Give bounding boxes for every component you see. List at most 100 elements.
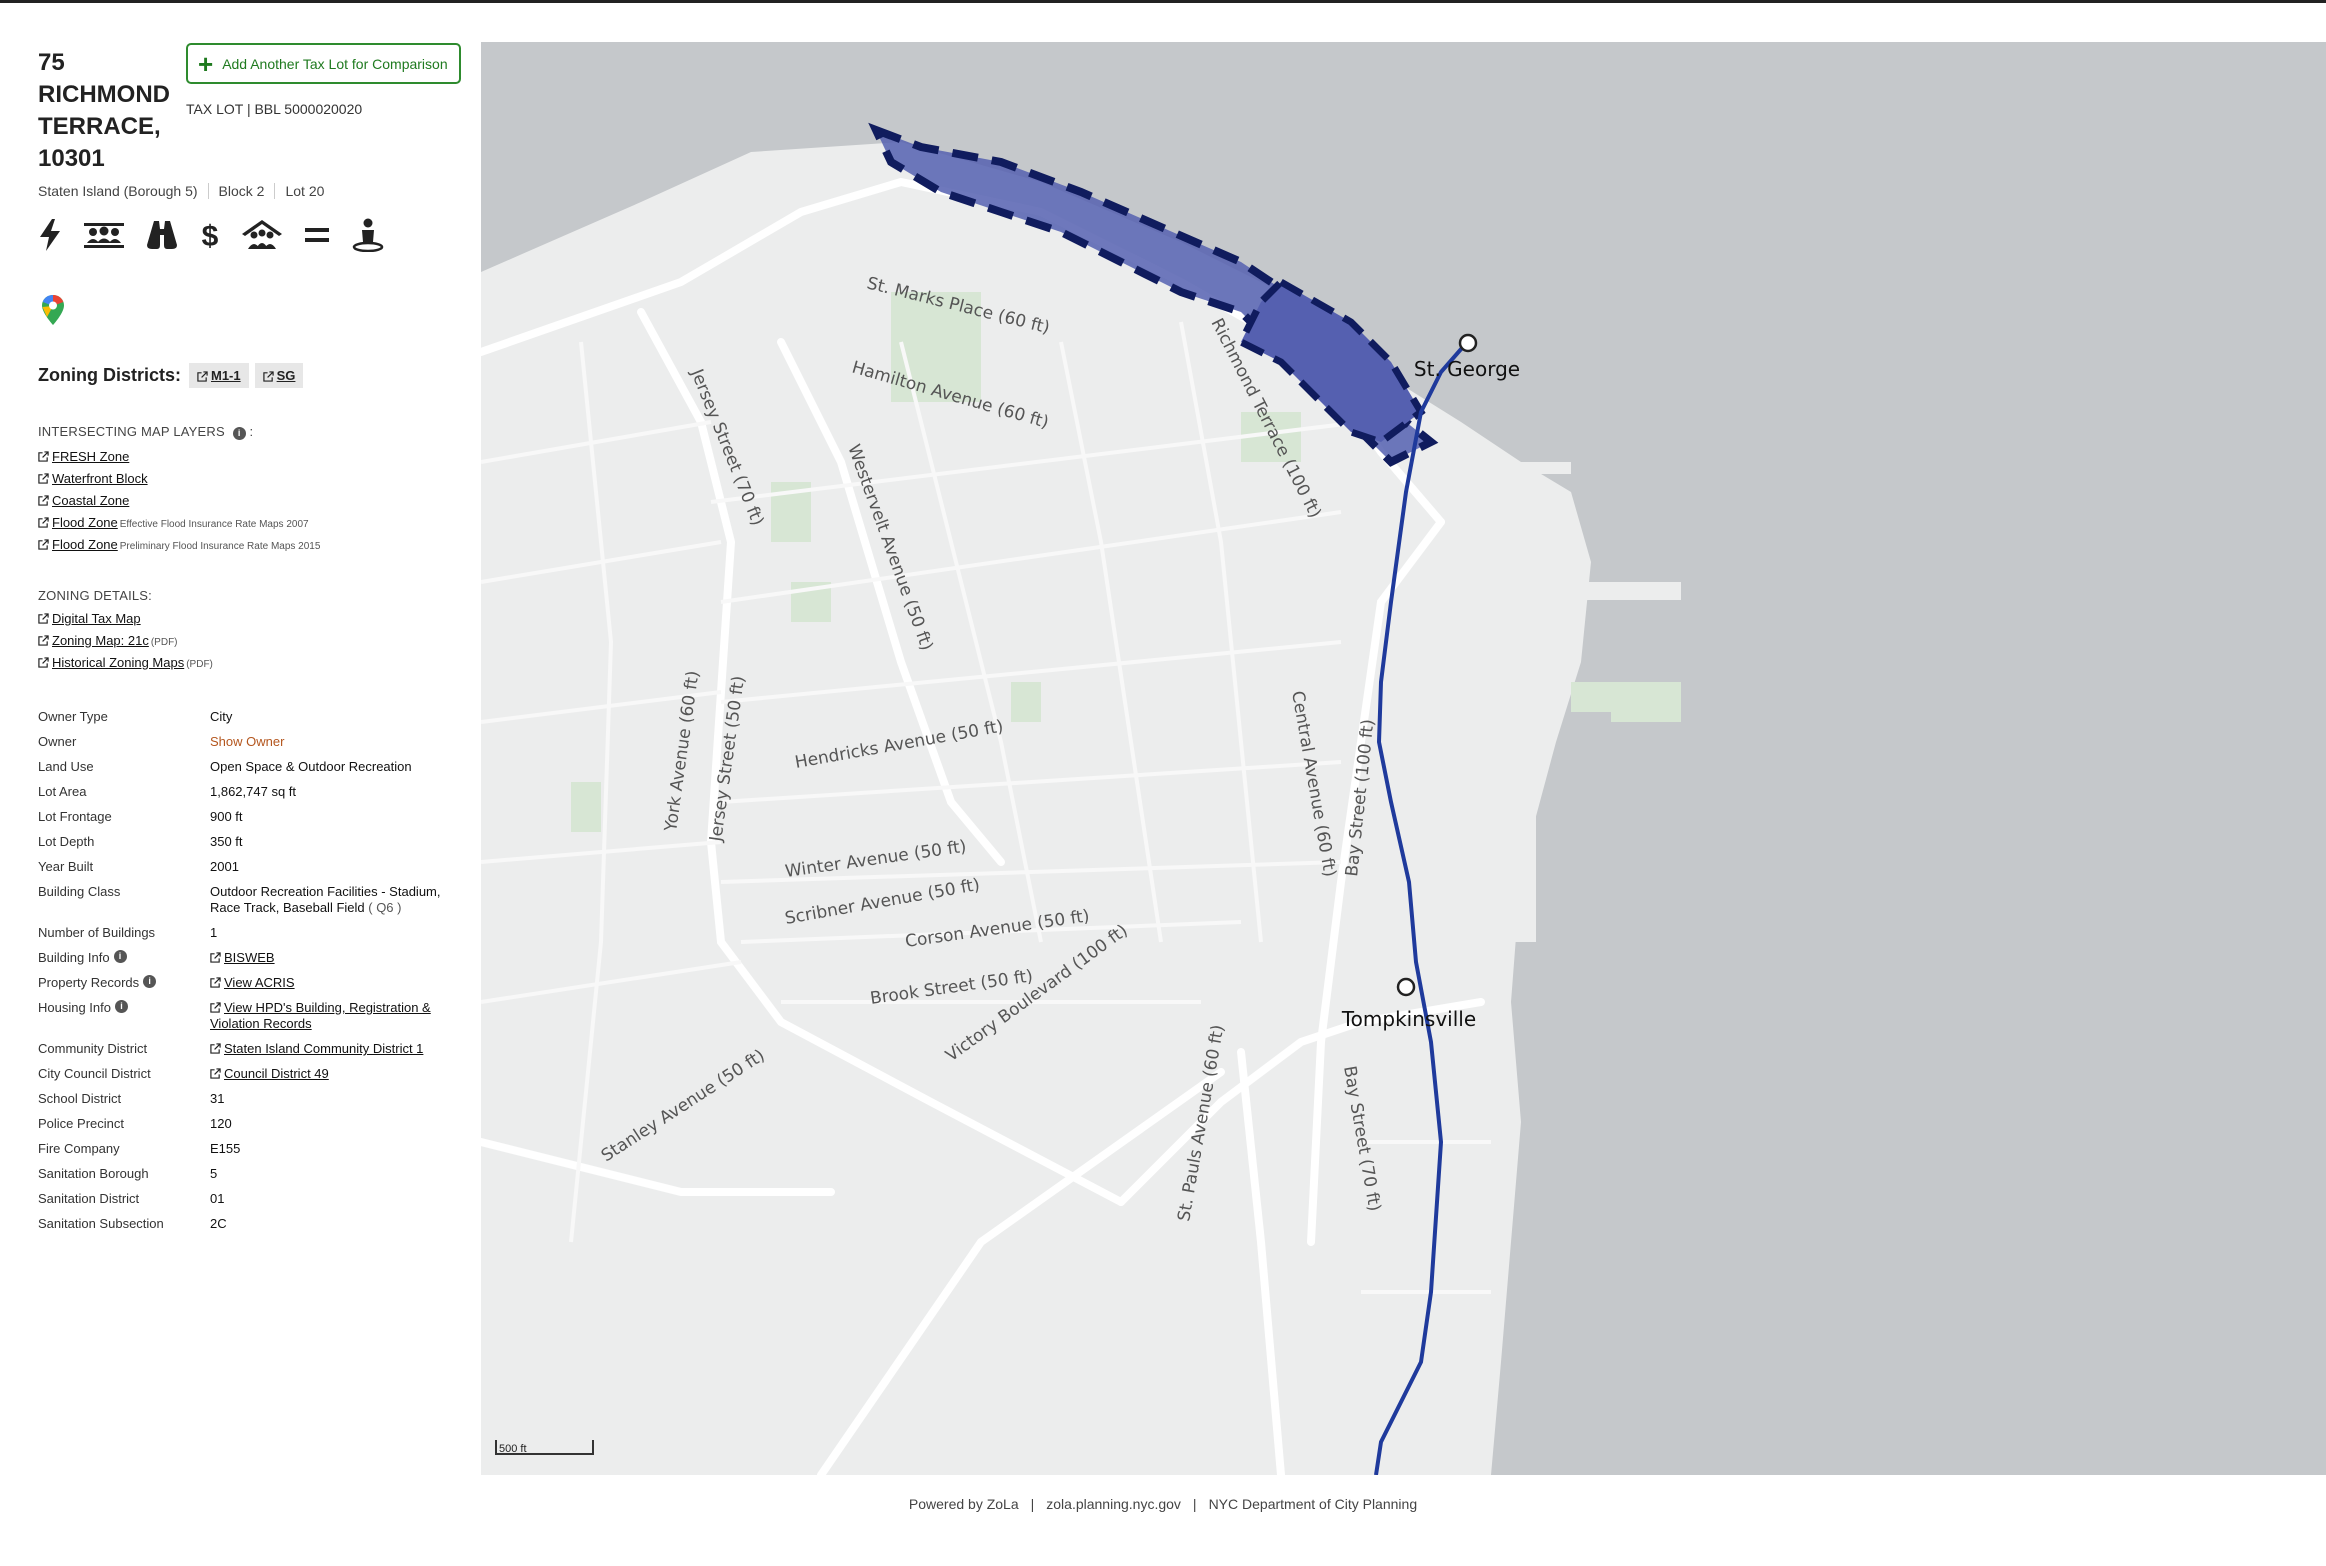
binoculars-icon[interactable] <box>146 217 178 253</box>
property-value: Staten Island Community District 1 <box>210 1041 470 1066</box>
property-key: Owner Type <box>38 709 108 724</box>
property-row: Building Class Outdoor Recreation Facilit… <box>38 884 470 925</box>
st-george-station-marker[interactable] <box>1458 333 1478 353</box>
zoning-districts-label: Zoning Districts: <box>38 365 181 385</box>
flood-zone-note: Preliminary Flood Insurance Rate Maps 20… <box>119 541 321 552</box>
zoning-details-list: Digital Tax Map Zoning Map: 21c (PDF) His… <box>38 611 213 677</box>
external-link-icon <box>38 539 49 550</box>
map-layers-heading-suffix: : <box>249 424 254 439</box>
property-key: Number of Buildings <box>38 925 156 940</box>
historical-zoning-maps-link[interactable]: Historical Zoning Maps <box>52 655 184 670</box>
equals-icon[interactable] <box>304 217 330 253</box>
property-key: Land Use <box>38 759 94 774</box>
property-value: City <box>210 709 233 724</box>
list-item[interactable]: Flood Zone Preliminary Flood Insurance Ra… <box>38 537 320 559</box>
info-icon[interactable]: i <box>113 950 127 963</box>
bisweb-link[interactable]: BISWEB <box>224 950 275 965</box>
map-layers-heading: INTERSECTING MAP LAYERS i : <box>38 424 253 440</box>
property-row: Community District Staten Island Communit… <box>38 1041 470 1066</box>
property-row: Year Built 2001 <box>38 859 470 884</box>
info-icon[interactable]: i <box>232 427 246 440</box>
person-icon[interactable] <box>352 217 384 253</box>
zoning-chip-sg[interactable]: SG <box>254 363 304 388</box>
list-item[interactable]: Waterfront Block <box>38 471 320 493</box>
property-row: Lot Frontage 900 ft <box>38 809 470 834</box>
external-link-icon <box>38 613 49 624</box>
list-item[interactable]: Coastal Zone <box>38 493 320 515</box>
property-value: Open Space & Outdoor Recreation <box>210 759 412 774</box>
property-value: 2C <box>210 1216 227 1231</box>
property-key: Community District <box>38 1041 148 1056</box>
footer-org: NYC Department of City Planning <box>1208 1496 1418 1512</box>
property-key: Sanitation District <box>38 1191 140 1206</box>
property-key: Lot Frontage <box>38 809 112 824</box>
acris-link[interactable]: View ACRIS <box>224 975 295 990</box>
external-link-icon <box>197 371 208 382</box>
map-layers-heading-text: INTERSECTING MAP LAYERS <box>38 424 225 439</box>
flood-zone-2007-link[interactable]: Flood Zone <box>52 515 118 530</box>
council-district-link[interactable]: Council District 49 <box>224 1066 329 1081</box>
external-link-icon <box>38 635 49 646</box>
property-value: 1 <box>210 925 218 940</box>
property-key: Building Class <box>38 884 121 899</box>
list-item[interactable]: Digital Tax Map <box>38 611 213 633</box>
property-key: Year Built <box>38 859 94 874</box>
property-row: Owner Show Owner <box>38 734 470 759</box>
flood-zone-2015-link[interactable]: Flood Zone <box>52 537 118 552</box>
pdf-note: (PDF) <box>186 659 213 670</box>
lightning-icon[interactable] <box>38 217 62 253</box>
property-row: Housing Info i View HPD's Building, Regist… <box>38 1000 470 1041</box>
map-layers-list: FRESH Zone Waterfront Block Coastal Zone… <box>38 449 320 559</box>
info-icon[interactable]: i <box>143 975 157 988</box>
property-key: Lot Depth <box>38 834 95 849</box>
map-svg[interactable]: St. George Tompkinsville St. Marks Place… <box>481 42 2326 1475</box>
community-icon[interactable] <box>84 217 124 253</box>
list-item[interactable]: Flood Zone Effective Flood Insurance Rate… <box>38 515 320 537</box>
google-maps-icon[interactable] <box>42 295 64 330</box>
external-link-icon <box>210 952 221 963</box>
dollar-icon[interactable]: $ <box>200 217 220 253</box>
property-row: Sanitation District 01 <box>38 1191 470 1216</box>
add-comparison-button[interactable]: + Add Another Tax Lot for Comparison <box>186 43 461 84</box>
property-key: City Council District <box>38 1066 151 1081</box>
property-key: School District <box>38 1091 122 1106</box>
external-link-icon <box>38 451 49 462</box>
external-link-icon <box>38 657 49 668</box>
property-row: School District 31 <box>38 1091 470 1116</box>
show-owner-link[interactable]: Show Owner <box>210 734 470 759</box>
property-value: Outdoor Recreation Facilities - Stadium,… <box>210 884 470 925</box>
tompkinsville-station-marker[interactable] <box>1396 977 1416 997</box>
property-value: 31 <box>210 1091 225 1106</box>
waterfront-block-link[interactable]: Waterfront Block <box>52 471 148 486</box>
zoning-districts: Zoning Districts: M1-1 SG <box>38 363 309 388</box>
external-link-icon <box>262 371 274 382</box>
housing-icon[interactable] <box>242 217 282 253</box>
pdf-note: (PDF) <box>150 637 178 648</box>
fresh-zone-link[interactable]: FRESH Zone <box>52 449 129 464</box>
flood-zone-note: Effective Flood Insurance Rate Maps 2007 <box>119 519 309 530</box>
property-key: Owner <box>38 734 77 749</box>
building-class-text: Outdoor Recreation Facilities - Stadium,… <box>210 884 441 915</box>
property-key: Police Precinct <box>38 1116 124 1131</box>
hpd-link[interactable]: View HPD's Building, Registration & Viol… <box>210 1000 431 1031</box>
list-item[interactable]: Historical Zoning Maps (PDF) <box>38 655 213 677</box>
property-key: Sanitation Borough <box>38 1166 149 1181</box>
list-item[interactable]: FRESH Zone <box>38 449 320 471</box>
property-value: 1,862,747 sq ft <box>210 784 297 799</box>
add-comparison-label: Add Another Tax Lot for Comparison <box>222 55 448 72</box>
station-label-st-george: St. George <box>1414 357 1520 381</box>
community-district-link[interactable]: Staten Island Community District 1 <box>224 1041 423 1056</box>
coastal-zone-link[interactable]: Coastal Zone <box>52 493 129 508</box>
list-item[interactable]: Zoning Map: 21c (PDF) <box>38 633 213 655</box>
property-value: Council District 49 <box>210 1066 470 1091</box>
zoning-map-link[interactable]: Zoning Map: 21c <box>52 633 149 648</box>
property-value: 01 <box>210 1191 225 1206</box>
map-canvas[interactable]: St. George Tompkinsville St. Marks Place… <box>481 42 2326 1475</box>
property-value: 120 <box>210 1116 232 1131</box>
building-info-label: Building Info <box>38 950 110 965</box>
external-link-icon <box>38 473 49 484</box>
zoning-chip-m1-1[interactable]: M1-1 <box>189 363 249 388</box>
footer-site-link[interactable]: zola.planning.nyc.gov <box>1046 1496 1181 1512</box>
digital-tax-map-link[interactable]: Digital Tax Map <box>52 611 141 626</box>
info-icon[interactable]: i <box>115 1000 128 1013</box>
